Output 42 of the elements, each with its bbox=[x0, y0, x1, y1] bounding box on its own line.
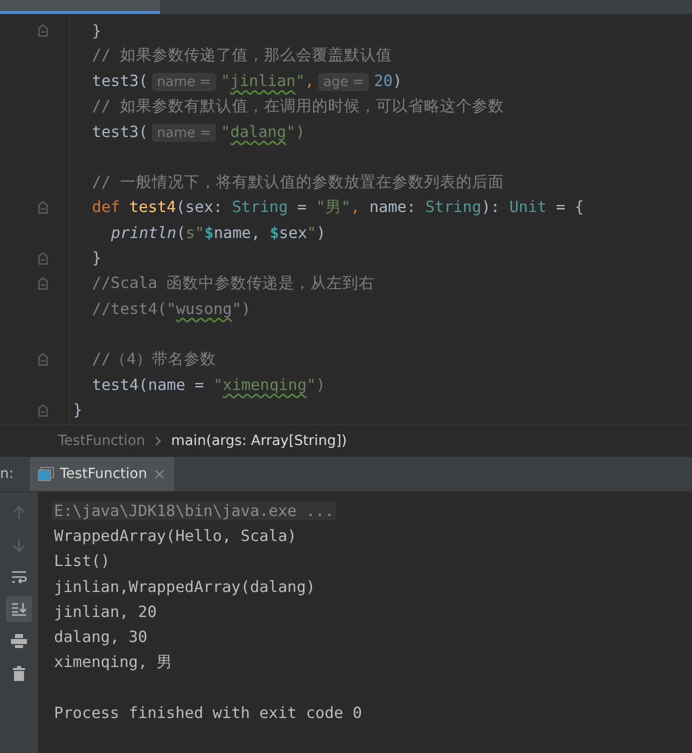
fold-marker-icon[interactable] bbox=[38, 277, 48, 290]
console-line: ximenqing, 男 bbox=[54, 652, 173, 673]
breadcrumb-item[interactable]: TestFunction bbox=[58, 433, 146, 449]
printer-icon bbox=[11, 634, 27, 648]
code-line: } bbox=[92, 22, 102, 40]
console-line: dalang, 30 bbox=[54, 628, 148, 646]
code-line: //Scala 函数中参数传递是，从左到右 bbox=[92, 273, 375, 294]
console-line: jinlian, 20 bbox=[54, 602, 157, 621]
up-arrow-icon bbox=[13, 506, 25, 520]
run-tab[interactable]: TestFunction × bbox=[30, 457, 174, 491]
code-line: println(s"$name, $sex") bbox=[111, 224, 326, 242]
breadcrumb-item[interactable]: main(args: Array[String]) bbox=[171, 433, 347, 449]
code-line: test3( name = "dalang") bbox=[92, 122, 305, 141]
console-line: List() bbox=[54, 552, 110, 570]
code-line: //test4("wusong") bbox=[92, 300, 251, 318]
code-line: } bbox=[73, 401, 82, 420]
chevron-icon bbox=[155, 436, 162, 446]
code-line: // 如果参数传递了值，那么会覆盖默认值 bbox=[92, 45, 392, 66]
code-line: // 如果参数有默认值，在调用的时候，可以省略这个参数 bbox=[92, 96, 504, 118]
console-line: Process finished with exit code 0 bbox=[54, 704, 362, 722]
fold-marker-icon[interactable] bbox=[38, 353, 48, 366]
code-line: def test4(sex: String = "男", name: String): Unit = { bbox=[92, 197, 584, 218]
code-line: test3( name = "jinlian", age = 20) bbox=[92, 72, 402, 90]
fold-marker-icon[interactable] bbox=[38, 404, 48, 417]
fold-marker-icon[interactable] bbox=[38, 201, 48, 214]
down-arrow-icon bbox=[13, 538, 25, 552]
toolbar-button[interactable] bbox=[6, 596, 32, 622]
tab-label: TestFunction bbox=[60, 466, 148, 482]
console-line: jinlian,WrappedArray(dalang) bbox=[54, 578, 316, 596]
soft-wrap-icon bbox=[11, 570, 27, 584]
scroll-to-end-icon bbox=[11, 602, 27, 616]
code-line: test4(name = "ximenqing") bbox=[92, 376, 326, 394]
fold-marker-icon[interactable] bbox=[38, 24, 48, 38]
trash-icon bbox=[13, 666, 25, 680]
panel-label: n: bbox=[0, 466, 15, 482]
console-icon bbox=[38, 467, 54, 481]
console-line: WrappedArray(Hello, Scala) bbox=[54, 526, 297, 545]
code-line: //（4）带名参数 bbox=[92, 349, 216, 370]
editor-tab[interactable] bbox=[0, 0, 160, 14]
code-line: } bbox=[92, 249, 102, 268]
code-line: // 一般情况下，将有默认值的参数放置在参数列表的后面 bbox=[92, 172, 504, 193]
fold-marker-icon[interactable] bbox=[38, 252, 48, 265]
